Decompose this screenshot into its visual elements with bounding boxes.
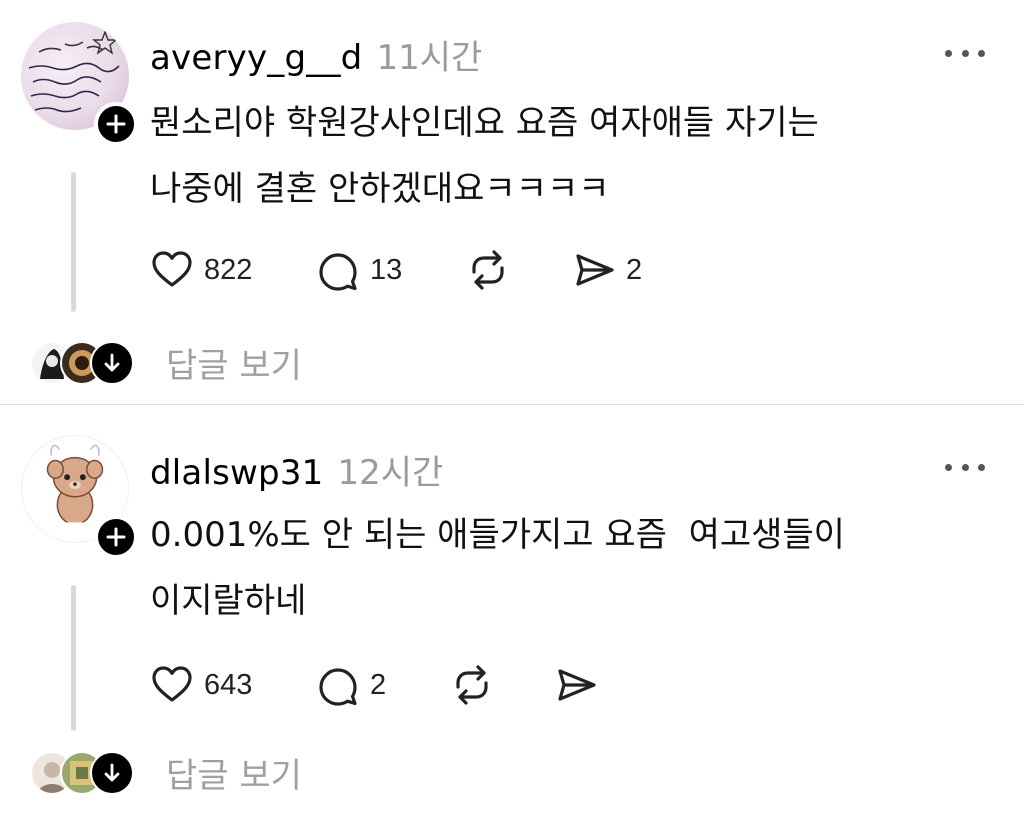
like-count: 643 (204, 668, 253, 701)
post-text-line: 0.001%도 안 되는 애들가지고 요즘 여고생들이 (150, 515, 845, 555)
repost-button[interactable] (466, 248, 572, 292)
expand-replies-button[interactable] (90, 750, 134, 795)
username[interactable]: averyy_g__d (150, 38, 362, 78)
thread-post: averyy_g__d 11시간 뭔소리야 학원강사인데요 요즘 여자애들 자기… (0, 0, 1024, 404)
post-text-line: 이지랄하네 (150, 581, 307, 621)
share-button[interactable] (554, 663, 608, 707)
heart-icon (152, 666, 192, 702)
view-replies-row[interactable]: 답글 보기 (30, 338, 302, 387)
follow-button[interactable] (94, 102, 138, 146)
comment-count: 13 (370, 253, 403, 286)
share-count: 2 (626, 253, 643, 286)
like-button[interactable]: 643 (150, 663, 268, 707)
post-header: dlalswp31 12시간 (150, 445, 443, 494)
more-dots-icon[interactable] (945, 43, 985, 63)
comment-count: 2 (370, 668, 387, 701)
post-text: 뭔소리야 학원강사인데요 요즘 여자애들 자기는 나중에 결혼 안하겠대요ㅋㅋㅋ… (150, 90, 980, 222)
share-button[interactable]: 2 (572, 248, 642, 292)
view-replies-link[interactable]: 답글 보기 (166, 338, 302, 387)
post-text-line: 뭔소리야 학원강사인데요 요즘 여자애들 자기는 (150, 103, 819, 143)
timestamp: 11시간 (376, 38, 483, 78)
action-bar: 643 2 (150, 663, 608, 707)
paper-plane-icon (558, 669, 596, 701)
view-replies-row[interactable]: 답글 보기 (30, 748, 302, 797)
arrow-down-icon (104, 353, 120, 371)
arrow-down-icon (104, 763, 120, 781)
username[interactable]: dlalswp31 (150, 453, 323, 493)
post-text: 0.001%도 안 되는 애들가지고 요즘 여고생들이 이지랄하네 (150, 502, 980, 634)
thread-line (71, 172, 76, 312)
repost-button[interactable] (450, 663, 554, 707)
view-replies-link[interactable]: 답글 보기 (166, 748, 302, 797)
speech-bubble-icon (319, 253, 357, 291)
comment-button[interactable]: 13 (316, 248, 466, 292)
speech-bubble-icon (319, 668, 357, 706)
more-dots-icon[interactable] (945, 457, 985, 477)
expand-replies-button[interactable] (90, 340, 134, 385)
repost-icon (472, 250, 504, 290)
follow-button[interactable] (94, 515, 138, 559)
repost-icon (456, 665, 488, 705)
paper-plane-icon (576, 254, 614, 286)
post-header: averyy_g__d 11시간 (150, 30, 482, 79)
action-bar: 822 13 2 (150, 248, 642, 292)
heart-icon (152, 251, 192, 287)
post-text-line: 나중에 결혼 안하겠대요ㅋㅋㅋㅋ (150, 169, 610, 209)
like-button[interactable]: 822 (150, 248, 268, 292)
thread-post: dlalswp31 12시간 0.001%도 안 되는 애들가지고 요즘 여고생… (0, 405, 1024, 816)
comment-button[interactable]: 2 (316, 663, 450, 707)
like-count: 822 (204, 253, 253, 286)
thread-line (71, 585, 76, 731)
plus-icon (106, 527, 126, 547)
timestamp: 12시간 (337, 453, 444, 493)
plus-icon (106, 114, 126, 134)
